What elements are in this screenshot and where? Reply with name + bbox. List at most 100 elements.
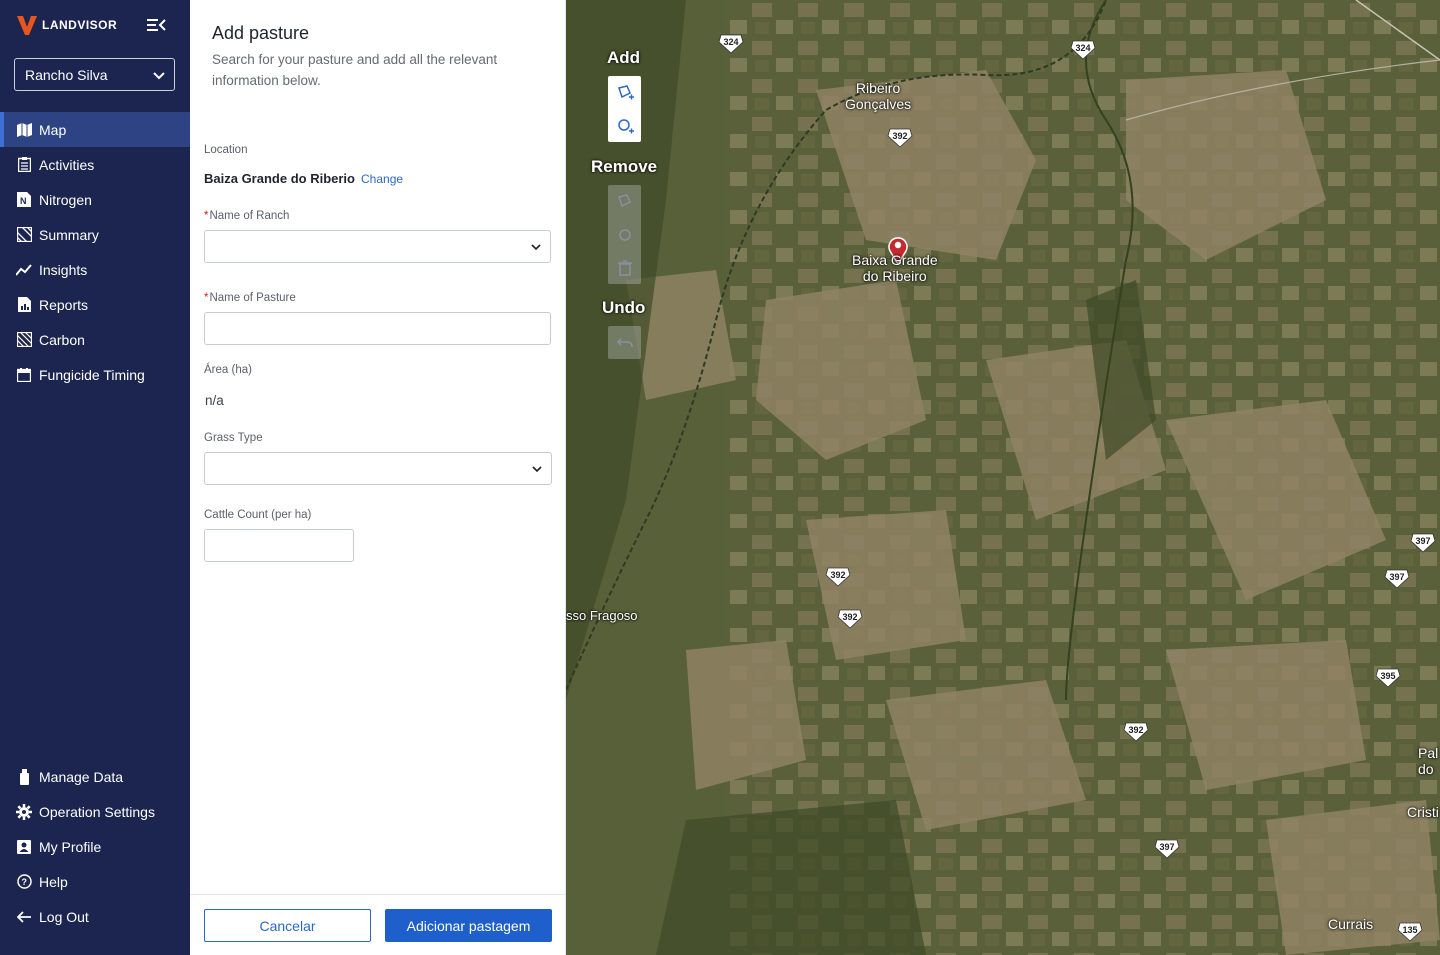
report-icon [16, 297, 32, 313]
highway-shield: 397 [1384, 569, 1410, 589]
area-value: n/a [205, 393, 224, 408]
add-tools-label: Add [607, 48, 641, 67]
help-icon: ? [16, 874, 32, 890]
sidebar-item-log-out[interactable]: Log Out [0, 899, 190, 934]
highway-shield: 397 [1154, 839, 1180, 859]
highway-shield: 392 [825, 567, 851, 587]
calendar-icon [16, 367, 32, 383]
sidebar-item-fungicide-timing[interactable]: Fungicide Timing [0, 357, 190, 392]
place-label-fragoso: sso Fragoso [566, 608, 638, 623]
add-pasture-button[interactable]: Adicionar pastagem [385, 909, 552, 942]
main-nav: Map Activities N Nitrogen Summary Insigh… [0, 112, 190, 392]
usb-icon [16, 768, 32, 785]
remove-toolbox [608, 185, 641, 284]
sidebar: LANDVISOR Rancho Silva Map Activities N … [0, 0, 190, 955]
chevron-down-icon [531, 244, 541, 251]
landvisor-logo-icon [17, 16, 37, 35]
nitrogen-icon: N [16, 192, 32, 208]
place-label-baixa-grande: Baixa Grande do Ribeiro [852, 252, 938, 284]
sidebar-item-label: Carbon [39, 331, 85, 348]
sidebar-item-manage-data[interactable]: Manage Data [0, 759, 190, 794]
clipboard-icon [16, 157, 32, 173]
ranch-name-label: *Name of Ranch [204, 210, 290, 222]
cancel-button[interactable]: Cancelar [204, 909, 371, 942]
required-mark: * [204, 292, 209, 304]
remove-polygon-button[interactable] [608, 185, 641, 218]
add-circle-icon [617, 118, 634, 133]
sidebar-item-label: Map [39, 121, 67, 138]
sidebar-item-operation-settings[interactable]: Operation Settings [0, 794, 190, 829]
sidebar-item-reports[interactable]: Reports [0, 287, 190, 322]
grass-type-select[interactable] [204, 452, 552, 485]
sidebar-item-my-profile[interactable]: My Profile [0, 829, 190, 864]
add-pasture-panel: Add pasture Search for your pasture and … [190, 0, 566, 955]
pasture-name-label: *Name of Pasture [204, 292, 296, 304]
sidebar-item-insights[interactable]: Insights [0, 252, 190, 287]
profile-icon [16, 839, 32, 855]
highway-shield: 395 [1375, 668, 1401, 688]
area-label: Área (ha) [204, 364, 252, 376]
panel-subtitle: Search for your pasture and add all the … [212, 52, 498, 88]
trash-icon [617, 259, 632, 276]
place-label-cristi: Cristi [1407, 804, 1439, 820]
satellite-map[interactable]: Add Remove Undo Ribeiro Gonçalves Baixa … [566, 0, 1440, 955]
remove-polygon-icon [617, 193, 631, 207]
sidebar-item-carbon[interactable]: Carbon [0, 322, 190, 357]
add-polygon-button[interactable] [608, 76, 641, 109]
pasture-name-input[interactable] [204, 312, 551, 345]
undo-toolbox [608, 326, 641, 359]
cattle-count-label: Cattle Count (per ha) [204, 509, 312, 521]
ranch-select-value: Rancho Silva [25, 66, 108, 83]
highway-shield: 397 [1410, 533, 1436, 553]
satellite-imagery [566, 0, 1440, 955]
sidebar-item-label: Fungicide Timing [39, 366, 145, 383]
brand-name: LANDVISOR [42, 18, 118, 32]
form-footer: Cancelar Adicionar pastagem [190, 894, 566, 955]
chevron-down-icon [153, 72, 165, 80]
sidebar-item-summary[interactable]: Summary [0, 217, 190, 252]
location-value: Baiza Grande do Riberio [204, 171, 355, 186]
collapse-menu-icon[interactable] [146, 16, 166, 34]
place-label-pal: Pal do [1418, 745, 1439, 777]
ranch-select[interactable]: Rancho Silva [14, 58, 175, 91]
trend-icon [16, 262, 32, 278]
undo-button[interactable] [608, 326, 641, 359]
add-polygon-icon [617, 84, 634, 99]
sidebar-item-label: Operation Settings [39, 803, 155, 820]
sidebar-item-map[interactable]: Map [0, 112, 190, 147]
sidebar-item-label: Reports [39, 296, 89, 313]
cattle-count-input[interactable] [204, 529, 354, 562]
gear-icon [16, 803, 32, 820]
sidebar-item-label: Help [39, 873, 68, 890]
add-circle-button[interactable] [608, 109, 641, 142]
panel-title: Add pasture [212, 23, 310, 43]
ranch-name-select[interactable] [204, 230, 551, 263]
sidebar-item-activities[interactable]: Activities [0, 147, 190, 182]
brand-logo[interactable]: LANDVISOR [16, 14, 117, 36]
undo-tools-label: Undo [602, 298, 646, 317]
highway-shield: 135 [1397, 922, 1423, 942]
sidebar-item-label: Manage Data [39, 768, 124, 785]
sidebar-item-label: Summary [39, 226, 99, 243]
add-toolbox [608, 76, 641, 142]
grass-type-label: Grass Type [204, 432, 263, 444]
sidebar-item-label: Insights [39, 261, 88, 278]
place-label-ribeiro-goncalves: Ribeiro Gonçalves [845, 80, 912, 112]
remove-circle-button[interactable] [608, 218, 641, 251]
svg-text:N: N [20, 196, 27, 206]
location-label: Location [204, 144, 248, 156]
chevron-down-icon [532, 466, 542, 473]
map-icon [16, 122, 32, 138]
delete-button[interactable] [608, 251, 641, 284]
change-location-link[interactable]: Change [361, 172, 403, 186]
sidebar-item-label: Activities [39, 156, 95, 173]
undo-icon [616, 337, 633, 347]
sidebar-item-label: Nitrogen [39, 191, 92, 208]
sidebar-item-label: My Profile [39, 838, 102, 855]
sidebar-item-help[interactable]: ? Help [0, 864, 190, 899]
svg-text:?: ? [21, 877, 27, 887]
logout-icon [16, 909, 32, 925]
highway-shield: 324 [1070, 40, 1096, 60]
sidebar-item-nitrogen[interactable]: N Nitrogen [0, 182, 190, 217]
highway-shield: 392 [887, 128, 913, 148]
